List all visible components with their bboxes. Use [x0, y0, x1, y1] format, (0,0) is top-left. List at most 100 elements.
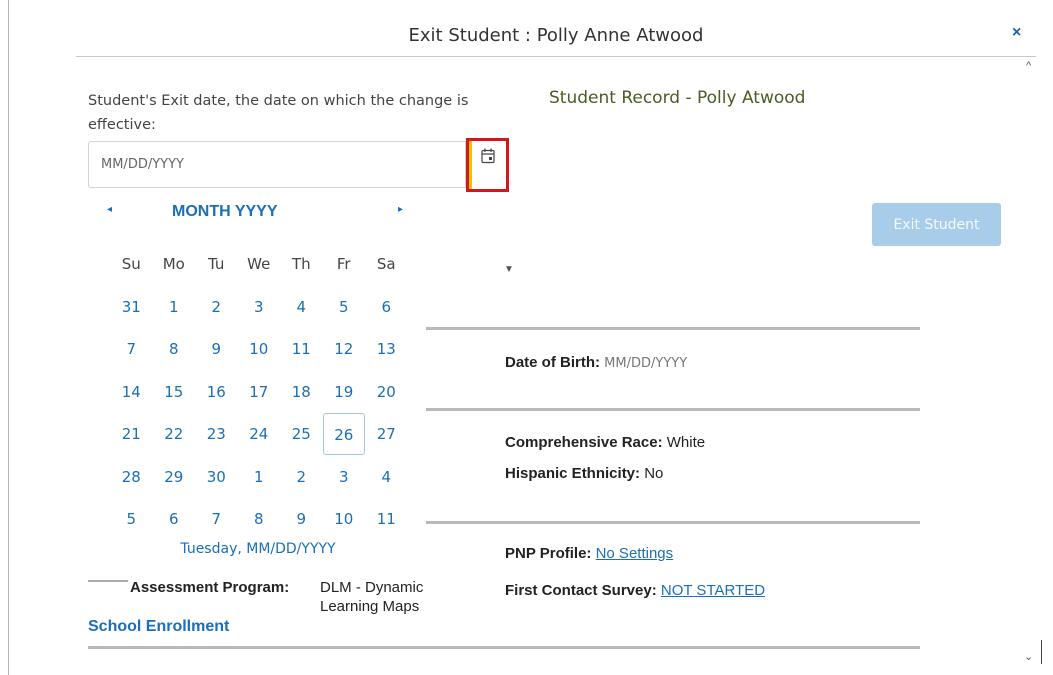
calendar-day[interactable]: 3 — [323, 456, 366, 498]
dob-row: Date of Birth: MM/DD/YYYY — [505, 354, 687, 371]
calendar-day[interactable]: 23 — [195, 413, 238, 455]
calendar-day[interactable]: 31 — [110, 286, 153, 328]
calendar-toggle-button[interactable] — [466, 138, 509, 192]
calendar-weekday: Th — [291, 255, 311, 274]
calendar-weekday: Fr — [336, 255, 351, 274]
calendar-day[interactable]: 1 — [238, 456, 281, 498]
hispanic-label: Hispanic Ethnicity: — [505, 465, 641, 482]
calendar-day[interactable]: 10 — [238, 328, 281, 370]
calendar-day[interactable]: 7 — [195, 498, 238, 540]
calendar-day[interactable]: 2 — [280, 456, 323, 498]
calendar-day[interactable]: 3 — [238, 286, 281, 328]
fcs-label: First Contact Survey: — [505, 582, 657, 599]
calendar-day[interactable]: 24 — [238, 413, 281, 455]
school-enrollment-heading: School Enrollment — [88, 618, 230, 635]
calendar-day[interactable]: 14 — [110, 371, 153, 413]
calendar-day[interactable]: 25 — [280, 413, 323, 455]
calendar-week-row: 28 29 30 1 2 3 4 — [110, 456, 408, 499]
pnp-label: PNP Profile: — [505, 545, 592, 562]
first-contact-survey-link[interactable]: NOT STARTED — [661, 582, 765, 599]
calendar-weekday: Tu — [208, 255, 225, 274]
date-picker-popup: ◂ MONTH YYYY ▸ Su Mo Tu We Th Fr Sa 31 1 2 3 4 5 6 7 8 9… — [90, 195, 426, 570]
calendar-day[interactable]: 18 — [280, 371, 323, 413]
calendar-day[interactable]: 6 — [153, 498, 196, 540]
race-row: Comprehensive Race: White — [505, 434, 705, 451]
fcs-row: First Contact Survey: NOT STARTED — [505, 582, 765, 599]
pnp-row: PNP Profile: No Settings — [505, 545, 673, 562]
dialog-title: Exit Student : Polly Anne Atwood — [408, 25, 704, 46]
assessment-label: Assessment Program: — [130, 579, 290, 596]
calendar-day[interactable]: 10 — [323, 498, 366, 540]
calendar-day[interactable]: 8 — [238, 498, 281, 540]
calendar-day[interactable]: 11 — [280, 328, 323, 370]
race-value: White — [666, 434, 706, 451]
calendar-weekday-row: Su Mo Tu We Th Fr Sa — [110, 243, 408, 286]
calendar-day[interactable]: 12 — [323, 328, 366, 370]
calendar-day[interactable]: 16 — [195, 371, 238, 413]
dob-label: Date of Birth: — [505, 354, 600, 371]
calendar-day[interactable]: 26 — [322, 413, 365, 456]
calendar-day[interactable]: 21 — [110, 413, 153, 455]
calendar-day[interactable]: 7 — [110, 328, 153, 370]
focus-marker — [469, 141, 472, 189]
calendar-day[interactable]: 9 — [195, 328, 238, 370]
calendar-week-row: 21 22 23 24 25 26 27 — [110, 413, 408, 456]
calendar-day[interactable]: 2 — [195, 286, 238, 328]
section-divider — [426, 327, 920, 330]
hispanic-value: No — [644, 465, 664, 482]
pnp-profile-link[interactable]: No Settings — [596, 545, 674, 562]
calendar-day[interactable]: 20 — [365, 371, 408, 413]
section-divider — [426, 408, 920, 411]
exit-student-button[interactable]: Exit Student — [872, 203, 1001, 246]
calendar-week-row: 31 1 2 3 4 5 6 — [110, 286, 408, 329]
scrollbar[interactable] — [1041, 640, 1042, 664]
race-label: Comprehensive Race: — [505, 434, 663, 451]
scroll-up-icon[interactable]: ^ — [1026, 60, 1031, 72]
hispanic-row: Hispanic Ethnicity: No — [505, 465, 663, 482]
calendar-day[interactable]: 15 — [153, 371, 196, 413]
calendar-weekday: We — [247, 255, 271, 274]
next-month-icon[interactable]: ▸ — [398, 204, 403, 215]
dob-value: MM/DD/YYYY — [604, 356, 688, 371]
calendar-weekday: Mo — [162, 255, 185, 274]
prev-month-icon[interactable]: ◂ — [107, 204, 112, 215]
calendar-day[interactable]: 5 — [323, 286, 366, 328]
calendar-icon — [481, 148, 495, 164]
scroll-down-icon[interactable]: ⌄ — [1024, 650, 1033, 663]
calendar-day[interactable]: 29 — [153, 456, 196, 498]
calendar-week-row: 14 15 16 17 18 19 20 — [110, 371, 408, 414]
student-record-title: Student Record - Polly Atwood — [549, 88, 806, 108]
calendar-day[interactable]: 27 — [365, 413, 408, 455]
calendar-today-footer[interactable]: Tuesday, MM/DD/YYYY — [90, 541, 426, 557]
calendar-day[interactable]: 22 — [153, 413, 196, 455]
calendar-weekday: Sa — [376, 255, 396, 274]
calendar-day[interactable]: 11 — [365, 498, 408, 540]
calendar-weekday: Su — [121, 255, 141, 274]
section-divider-left — [88, 580, 128, 582]
calendar-week-row: 7 8 9 10 11 12 13 — [110, 328, 408, 371]
exit-date-input[interactable] — [88, 141, 466, 188]
calendar-day[interactable]: 17 — [238, 371, 281, 413]
calendar-day[interactable]: 30 — [195, 456, 238, 498]
section-divider — [426, 521, 920, 524]
dropdown-caret-icon[interactable]: ▼ — [504, 264, 514, 275]
calendar-day[interactable]: 8 — [153, 328, 196, 370]
window-left-border — [8, 0, 9, 675]
calendar-day[interactable]: 9 — [280, 498, 323, 540]
calendar-day[interactable]: 28 — [110, 456, 153, 498]
calendar-grid: Su Mo Tu We Th Fr Sa 31 1 2 3 4 5 6 7 8 9 10 11 12 13 14 15 16 1… — [110, 243, 408, 541]
assessment-value: DLM - Dynamic Learning Maps — [320, 579, 424, 615]
dialog-header: Exit Student : Polly Anne Atwood — [76, 18, 1036, 57]
calendar-day[interactable]: 1 — [153, 286, 196, 328]
section-divider-bottom — [88, 646, 920, 649]
calendar-week-row: 5 6 7 8 9 10 11 — [110, 498, 408, 541]
calendar-month-title[interactable]: MONTH YYYY — [172, 203, 278, 221]
calendar-day[interactable]: 19 — [323, 371, 366, 413]
calendar-day[interactable]: 4 — [280, 286, 323, 328]
calendar-day[interactable]: 13 — [365, 328, 408, 370]
exit-date-label: Student's Exit date, the date on which t… — [88, 93, 469, 133]
close-icon[interactable]: × — [1012, 24, 1045, 42]
calendar-day[interactable]: 6 — [365, 286, 408, 328]
calendar-day[interactable]: 5 — [110, 498, 153, 540]
calendar-day[interactable]: 4 — [365, 456, 408, 498]
